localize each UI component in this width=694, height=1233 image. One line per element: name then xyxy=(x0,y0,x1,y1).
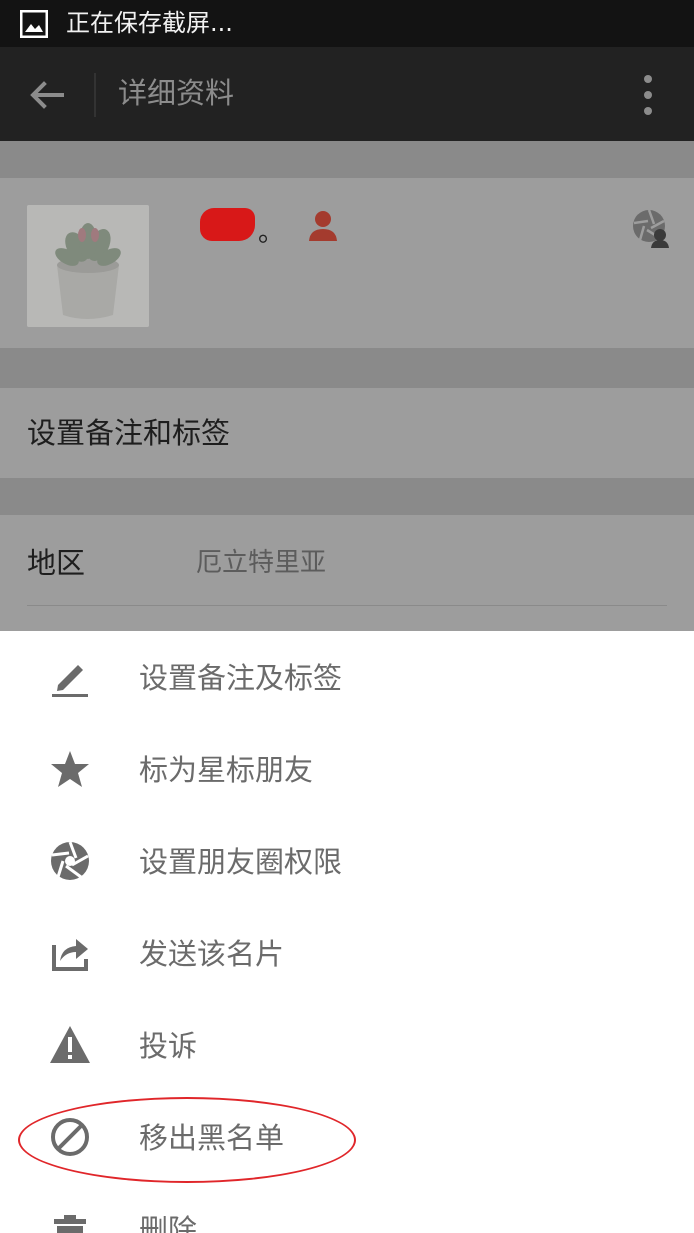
menu-item-remove-blacklist[interactable]: 移出黑名单 xyxy=(0,1093,694,1185)
status-text: 正在保存截屏... xyxy=(66,9,233,37)
menu-label: 投诉 xyxy=(139,1029,198,1063)
menu-item-delete[interactable]: 删除 xyxy=(0,1185,694,1233)
screenshot-icon xyxy=(20,10,48,38)
menu-item-send-card[interactable]: 发送该名片 xyxy=(0,909,694,1001)
person-icon xyxy=(309,211,337,241)
profile-name-suffix: 。 xyxy=(258,218,285,248)
menu-item-star-friend[interactable]: 标为星标朋友 xyxy=(0,725,694,817)
menu-label: 设置朋友圈权限 xyxy=(139,845,343,879)
region-row: 地区 厄立特里亚 xyxy=(0,515,694,631)
remark-label: 设置备注和标签 xyxy=(27,416,231,450)
page-title: 详细资料 xyxy=(118,76,235,110)
action-bar: 详细资料 xyxy=(0,47,694,141)
profile-card xyxy=(0,178,694,348)
action-bar-divider xyxy=(94,73,96,117)
region-label: 地区 xyxy=(27,546,86,580)
trash-icon xyxy=(54,1215,86,1233)
region-value: 厄立特里亚 xyxy=(196,548,327,578)
action-sheet: 设置备注及标签 标为星标朋友 设置朋友圈权限 发送该名片 投诉 移出黑名单 删除 xyxy=(0,631,694,1233)
warning-icon xyxy=(50,1026,90,1063)
pencil-icon xyxy=(52,665,88,697)
moments-aperture-icon[interactable] xyxy=(632,208,672,248)
menu-item-set-remark[interactable]: 设置备注及标签 xyxy=(0,633,694,725)
menu-label: 设置备注及标签 xyxy=(139,661,343,695)
menu-item-moments-permission[interactable]: 设置朋友圈权限 xyxy=(0,817,694,909)
menu-item-report[interactable]: 投诉 xyxy=(0,1001,694,1093)
back-arrow-icon[interactable] xyxy=(22,71,70,119)
more-options-icon[interactable] xyxy=(628,71,668,119)
remark-row[interactable]: 设置备注和标签 xyxy=(0,388,694,478)
avatar[interactable] xyxy=(27,205,149,327)
row-divider xyxy=(27,605,667,606)
star-icon xyxy=(51,751,89,787)
aperture-icon xyxy=(51,841,89,880)
menu-label: 标为星标朋友 xyxy=(139,753,314,787)
succulent-plant-image xyxy=(27,205,149,327)
menu-label: 删除 xyxy=(139,1213,198,1233)
share-icon xyxy=(52,939,88,971)
menu-label: 发送该名片 xyxy=(139,937,285,971)
redacted-name xyxy=(200,208,255,241)
status-bar: 正在保存截屏... xyxy=(0,0,694,47)
menu-label: 移出黑名单 xyxy=(139,1121,285,1155)
block-icon xyxy=(51,1118,89,1156)
